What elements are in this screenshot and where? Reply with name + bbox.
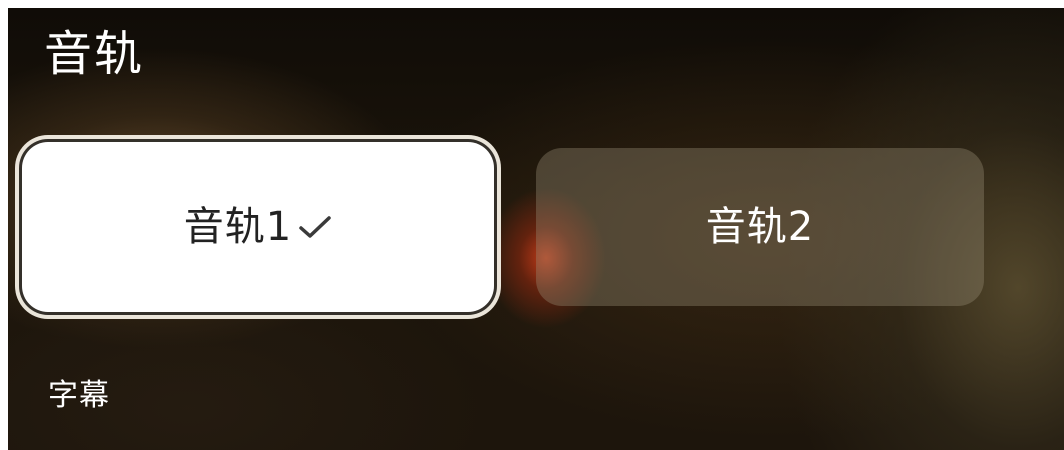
audio-track-1-button[interactable]: 音轨1 [22,142,494,312]
subtitle-heading: 字幕 [48,378,110,413]
audio-track-2-button[interactable]: 音轨2 [536,148,984,306]
audio-track-heading: 音轨 [44,26,145,82]
audio-track-1-label: 音轨1 [183,204,293,250]
audio-track-2-label: 音轨2 [705,204,815,250]
video-backdrop: 音轨 音轨1 音轨2 字幕 [8,8,1064,450]
checkmark-icon [298,214,332,240]
